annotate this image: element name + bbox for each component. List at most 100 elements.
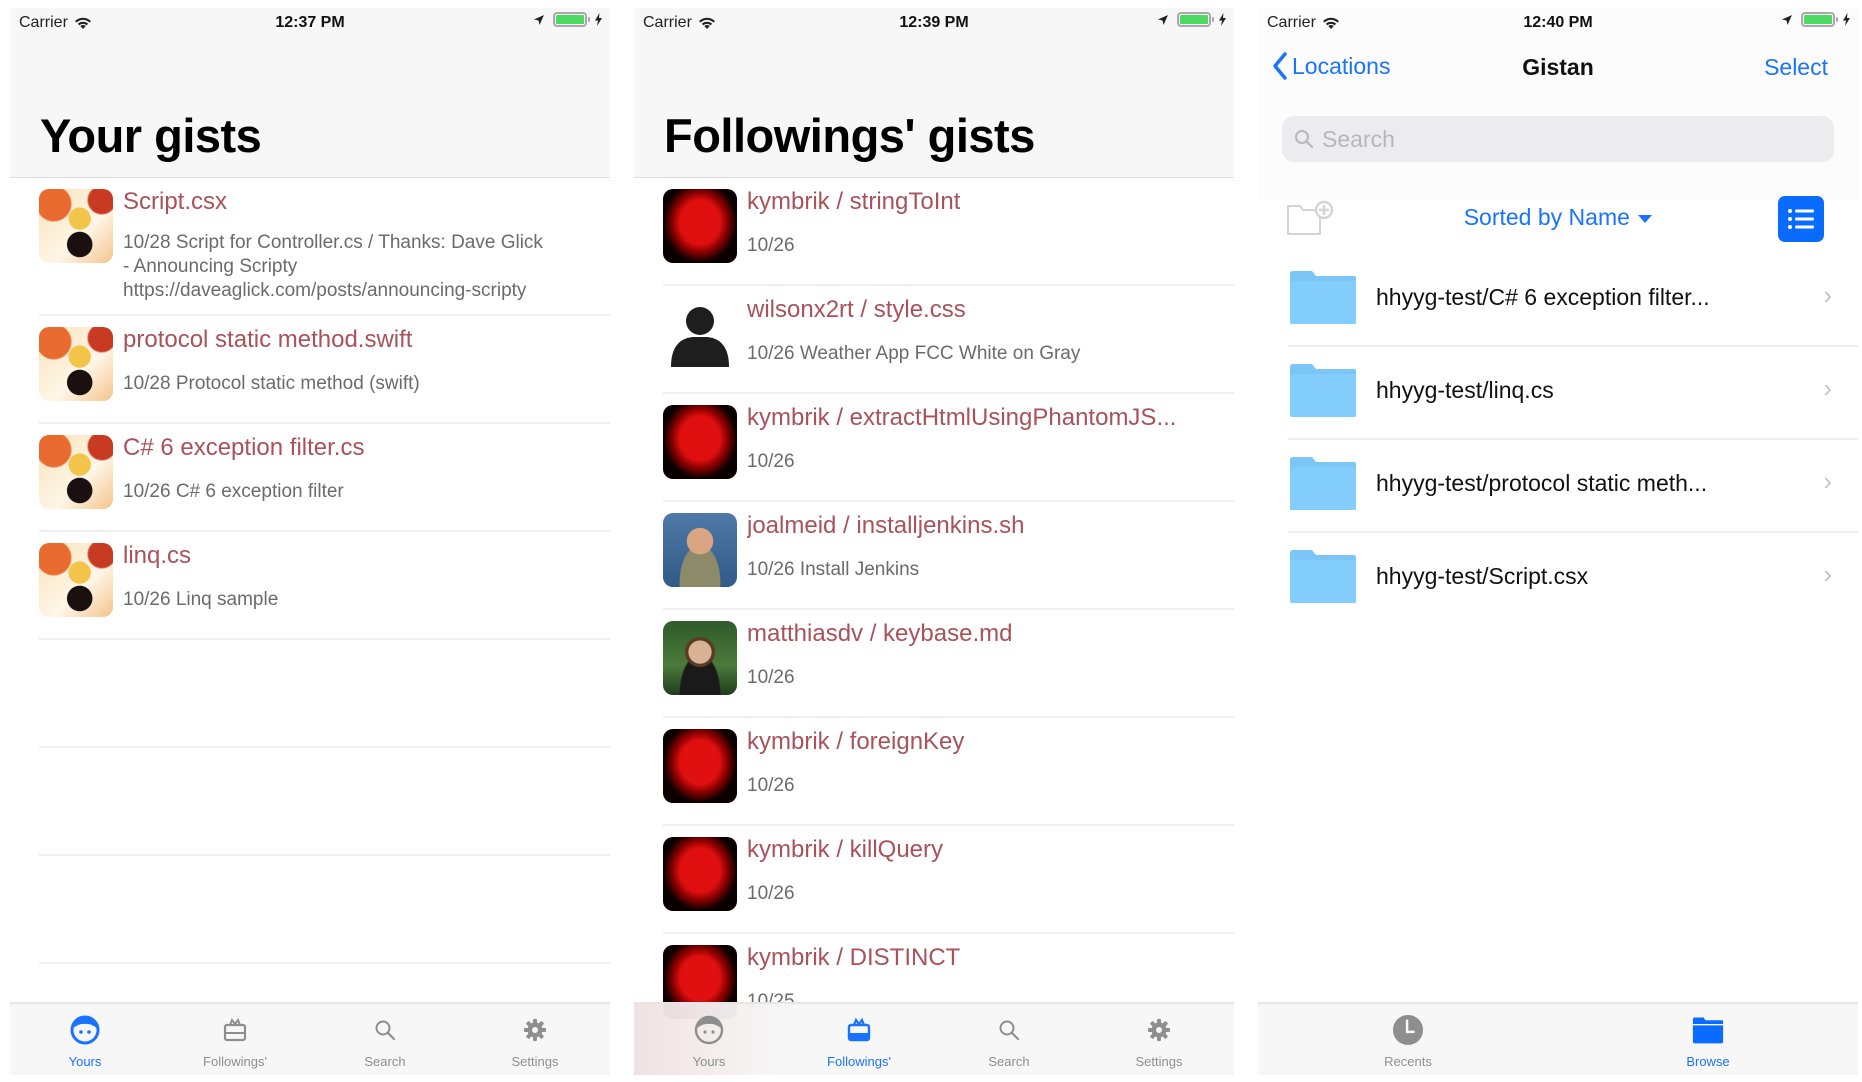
sort-menu-button[interactable]: Sorted by Name <box>1258 204 1858 231</box>
folder-icon <box>1692 1014 1724 1046</box>
search-placeholder: Search <box>1322 125 1395 152</box>
gist-title: wilsonx2rt / style.css <box>747 296 966 323</box>
gist-row[interactable]: kymbrik / stringToInt 10/26 <box>663 178 1234 286</box>
search-icon <box>1295 130 1313 148</box>
status-time: 12:40 PM <box>1523 14 1593 31</box>
gist-list: kymbrik / stringToInt 10/26 wilsonx2rt /… <box>634 178 1234 1042</box>
file-row[interactable]: hhyyg-test/protocol static meth... › <box>1288 440 1858 533</box>
gist-title: kymbrik / killQuery <box>747 836 944 863</box>
status-bar: Carrier 12:37 PM <box>10 8 610 38</box>
gist-row[interactable]: protocol static method.swift 10/28 Proto… <box>39 316 610 424</box>
tab-bar: Yours Followings' Search Settings <box>634 1002 1234 1075</box>
tab-label: Followings' <box>827 1054 891 1069</box>
large-title-header: Carrier 12:37 PM Your gists <box>10 8 610 178</box>
gist-row[interactable]: linq.cs 10/26 Linq sample <box>39 532 610 640</box>
sort-label: Sorted by Name <box>1463 204 1630 230</box>
bear-avatar <box>39 327 113 401</box>
gist-title: kymbrik / stringToInt <box>747 188 961 215</box>
file-row[interactable]: hhyyg-test/Script.csx › <box>1288 533 1858 626</box>
bear-avatar <box>39 435 113 509</box>
charging-bolt-icon <box>1219 13 1226 26</box>
gist-row[interactable]: Script.csx 10/28 Script for Controller.c… <box>39 178 610 316</box>
gist-subtitle: 10/26 Install Jenkins <box>747 559 920 580</box>
gist-row[interactable]: matthiasdv / keybase.md 10/26 <box>663 610 1234 718</box>
tab-label: Followings' <box>203 1054 267 1069</box>
file-row[interactable]: hhyyg-test/linq.cs › <box>1288 347 1858 440</box>
gist-title: protocol static method.swift <box>123 326 413 353</box>
gist-subtitle: 10/26 <box>747 235 795 256</box>
file-name: hhyyg-test/Script.csx <box>1376 563 1589 589</box>
tab-label: Browse <box>1686 1054 1730 1069</box>
tab-label: Recents <box>1384 1054 1432 1069</box>
charging-bolt-icon <box>595 13 602 26</box>
devil-avatar <box>663 729 737 803</box>
battery-icon <box>553 12 590 27</box>
file-name: hhyyg-test/linq.cs <box>1376 377 1554 403</box>
tab-yours[interactable]: Yours <box>634 1004 784 1075</box>
folder-icon <box>1290 550 1356 603</box>
devil-avatar <box>663 189 737 263</box>
chevron-right-icon: › <box>1823 466 1832 496</box>
gist-row[interactable]: joalmeid / installjenkins.sh 10/26 Insta… <box>663 502 1234 610</box>
charging-bolt-icon <box>1843 13 1850 26</box>
select-button[interactable]: Select <box>1764 54 1828 81</box>
search-field[interactable]: Search <box>1282 116 1834 162</box>
gist-list: Script.csx 10/28 Script for Controller.c… <box>10 178 610 964</box>
tab-recents[interactable]: Recents <box>1258 1004 1558 1075</box>
tab-label: Settings <box>511 1054 559 1069</box>
tab-label: Settings <box>1135 1054 1183 1069</box>
gist-row[interactable]: kymbrik / extractHtmlUsingPhantomJS... 1… <box>663 394 1234 502</box>
tab-search[interactable]: Search <box>310 1004 460 1075</box>
page-title: Your gists <box>40 109 262 162</box>
gist-subtitle: 10/28 Script for Controller.cs / Thanks:… <box>123 232 543 301</box>
empty-row <box>39 856 610 964</box>
tab-followings[interactable]: Followings' <box>160 1004 310 1075</box>
gist-title: C# 6 exception filter.cs <box>123 434 365 461</box>
tab-settings[interactable]: Settings <box>460 1004 610 1075</box>
gear-icon <box>519 1014 551 1046</box>
empty-row <box>39 640 610 748</box>
tab-followings[interactable]: Followings' <box>784 1004 934 1075</box>
battery-icon <box>1177 12 1214 27</box>
devil-avatar <box>663 837 737 911</box>
status-time: 12:39 PM <box>899 14 969 31</box>
gear-icon <box>1143 1014 1175 1046</box>
tab-bar: Yours Followings' Search Settings <box>10 1002 610 1075</box>
folder-icon <box>1290 271 1356 324</box>
bear-avatar <box>39 189 113 263</box>
gist-row[interactable]: kymbrik / killQuery 10/26 <box>663 826 1234 934</box>
file-list: hhyyg-test/C# 6 exception filter... › hh… <box>1288 254 1858 626</box>
tab-bar: Recents Browse <box>1258 1002 1858 1075</box>
page-title: Followings' gists <box>664 109 1035 162</box>
tab-yours[interactable]: Yours <box>10 1004 160 1075</box>
status-bar: Carrier 12:39 PM <box>634 8 1234 38</box>
large-title-header: Carrier 12:39 PM Followings' gists <box>634 8 1234 178</box>
box-icon <box>219 1014 251 1046</box>
status-time: 12:37 PM <box>275 14 345 31</box>
gist-row[interactable]: wilsonx2rt / style.css 10/26 Weather App… <box>663 286 1234 394</box>
tab-browse[interactable]: Browse <box>1558 1004 1858 1075</box>
chevron-right-icon: › <box>1823 373 1832 403</box>
file-row[interactable]: hhyyg-test/C# 6 exception filter... › <box>1288 254 1858 347</box>
gist-row[interactable]: kymbrik / foreignKey 10/26 <box>663 718 1234 826</box>
gist-title: kymbrik / DISTINCT <box>747 944 961 971</box>
list-view-toggle[interactable] <box>1778 196 1824 242</box>
caret-down-icon <box>1638 214 1653 223</box>
tab-settings[interactable]: Settings <box>1084 1004 1234 1075</box>
gist-subtitle: 10/26 Linq sample <box>123 589 279 610</box>
gist-row[interactable]: C# 6 exception filter.cs 10/26 C# 6 exce… <box>39 424 610 532</box>
tab-label: Yours <box>692 1054 726 1069</box>
file-name: hhyyg-test/protocol static meth... <box>1376 470 1708 496</box>
clock-icon <box>1392 1014 1424 1046</box>
bear-avatar <box>39 543 113 617</box>
photo-avatar <box>663 621 737 695</box>
photo-avatar <box>663 513 737 587</box>
tab-search[interactable]: Search <box>934 1004 1084 1075</box>
gist-subtitle: 10/26 <box>747 667 795 688</box>
status-bar: Carrier 12:40 PM <box>1258 8 1858 38</box>
folder-icon <box>1290 364 1356 417</box>
empty-row <box>39 748 610 856</box>
browse-toolbar: Sorted by Name <box>1258 192 1858 248</box>
default-person-avatar <box>663 297 737 371</box>
gist-subtitle: 10/26 <box>747 775 795 796</box>
